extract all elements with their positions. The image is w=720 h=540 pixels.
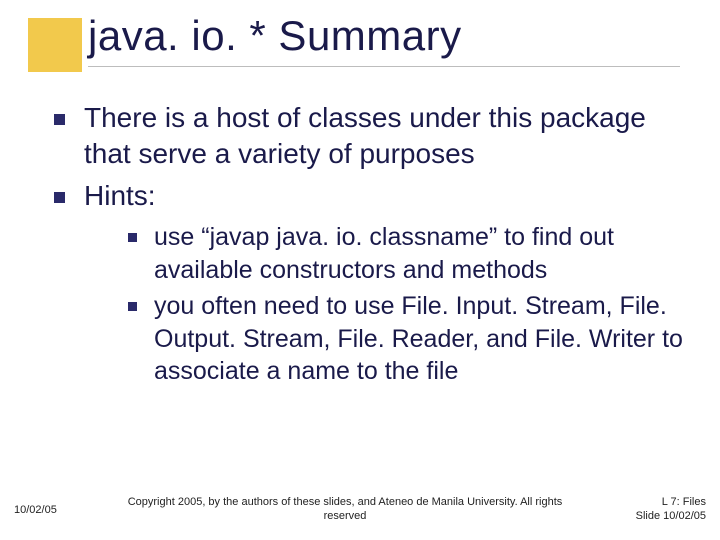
list-item: you often need to use File. Input. Strea…: [114, 290, 690, 388]
list-item: Hints: use “javap java. io. classname” t…: [40, 178, 690, 388]
slide-title: java. io. * Summary: [88, 12, 680, 66]
bullet-text: There is a host of classes under this pa…: [84, 102, 646, 169]
bullet-list-level2: use “javap java. io. classname” to find …: [114, 221, 690, 388]
footer-slide-info: L 7: Files Slide 10/02/05: [600, 496, 720, 524]
footer-slide-number: Slide 10/02/05: [600, 510, 706, 524]
footer-lesson: L 7: Files: [600, 496, 706, 510]
list-item: use “javap java. io. classname” to find …: [114, 221, 690, 286]
title-accent-rect: [28, 18, 82, 72]
bullet-text: you often need to use File. Input. Strea…: [154, 292, 683, 385]
title-underline: [88, 66, 680, 67]
bullet-list-level1: There is a host of classes under this pa…: [40, 100, 690, 388]
slide-footer: 10/02/05 Copyright 2005, by the authors …: [0, 490, 720, 530]
title-container: java. io. * Summary: [88, 12, 680, 66]
footer-date: 10/02/05: [0, 504, 90, 516]
slide-body: There is a host of classes under this pa…: [40, 100, 690, 394]
footer-copyright: Copyright 2005, by the authors of these …: [90, 496, 600, 524]
bullet-text: Hints:: [84, 180, 156, 211]
bullet-text: use “javap java. io. classname” to find …: [154, 223, 614, 284]
list-item: There is a host of classes under this pa…: [40, 100, 690, 172]
